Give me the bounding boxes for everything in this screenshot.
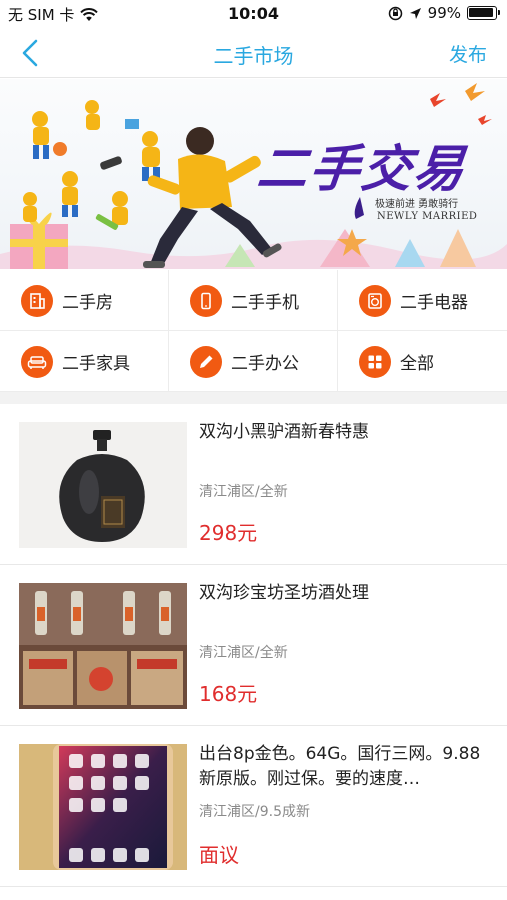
list-item[interactable]: 出台8p金色。64G。国行三网。9.88新原版。刚过保。要的速度… 清江浦区/9… [0,726,507,887]
category-label: 二手电器 [400,293,468,313]
banner-english: NEWLY MARRIED [377,211,478,222]
category-furniture[interactable]: 二手家具 [0,331,169,392]
battery-percent: 99% [427,4,461,22]
category-house[interactable]: 二手房 [0,270,169,331]
listing-location: 清江浦区/全新 [199,484,288,500]
category-label: 二手房 [62,293,113,313]
promo-banner[interactable]: 二手交易 极速前进 勇敢骑行 NEWLY MARRIED [0,79,507,269]
category-grid: 二手房 二手手机 二手电器 二手家具 二手办公 全部 [0,270,507,392]
category-office[interactable]: 二手办公 [169,331,338,392]
status-right-group: 99% [388,4,500,22]
section-divider [0,392,507,404]
nav-bar: 二手市场 发布 [0,28,507,78]
banner-title: 二手交易 [254,140,469,198]
listing-price: 168元 [199,682,258,706]
listing-thumbnail [19,744,187,870]
list-item[interactable]: 双沟珍宝坊圣坊酒处理 清江浦区/全新 168元 [0,565,507,726]
category-label: 二手手机 [231,293,299,313]
category-appliance[interactable]: 二手电器 [338,270,507,331]
grid-icon [359,346,391,378]
listing-price: 298元 [199,521,258,545]
category-phone[interactable]: 二手手机 [169,270,338,331]
pencil-icon [190,346,222,378]
category-label: 二手办公 [231,354,299,374]
phone-icon [190,285,222,317]
listing-location: 清江浦区/全新 [199,645,288,661]
location-icon [409,7,421,19]
category-all[interactable]: 全部 [338,331,507,392]
listing-thumbnail [19,422,187,548]
listing-title: 出台8p金色。64G。国行三网。9.88新原版。刚过保。要的速度… [199,744,481,789]
listing-title: 双沟小黑驴酒新春特惠 [199,422,369,442]
category-label: 全部 [400,354,434,374]
banner-subtitle: 极速前进 勇敢骑行 [375,199,459,210]
status-bar: 无 SIM 卡 10:04 99% [0,0,507,28]
publish-button[interactable]: 发布 [449,40,487,67]
list-item[interactable]: 双沟小黑驴酒新春特惠 清江浦区/全新 298元 [0,404,507,565]
listing-price: 面议 [199,843,239,867]
category-label: 二手家具 [62,354,130,374]
page-title: 二手市场 [213,44,294,68]
listing-location: 清江浦区/9.5成新 [199,804,310,820]
battery-icon [467,6,500,20]
washing-machine-icon [359,285,391,317]
orientation-lock-icon [388,6,402,20]
house-icon [21,285,53,317]
listing-title: 双沟珍宝坊圣坊酒处理 [199,583,369,603]
sofa-icon [21,346,53,378]
listing-thumbnail [19,583,187,709]
